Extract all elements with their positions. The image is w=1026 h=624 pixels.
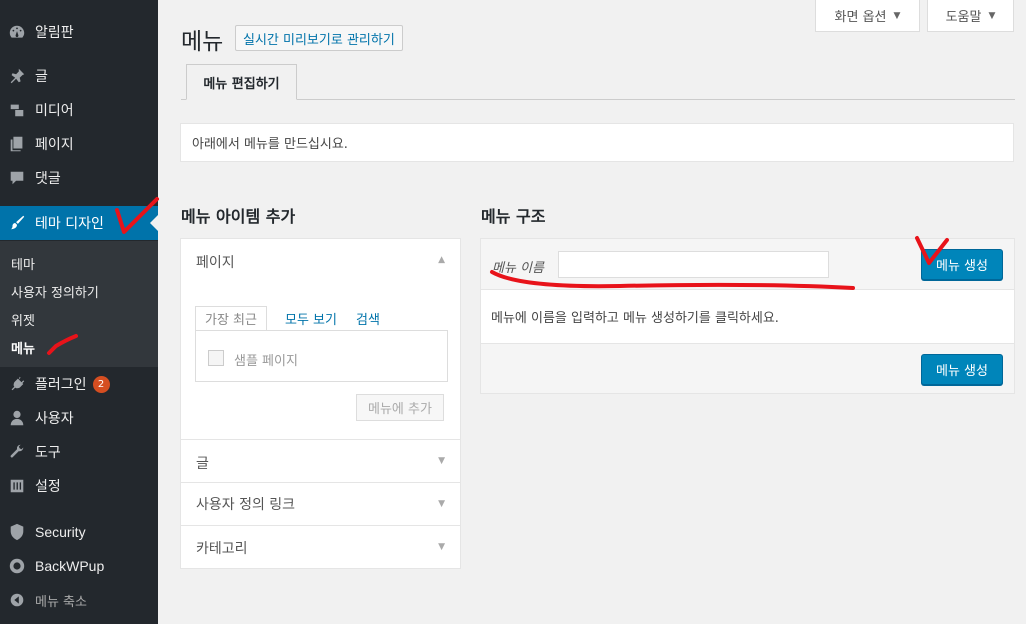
sidebar-item-label: 페이지 xyxy=(35,137,74,153)
sidebar-item-pages[interactable]: 페이지 xyxy=(0,127,158,161)
pages-icon xyxy=(7,134,27,154)
pushpin-icon xyxy=(7,66,27,86)
accordion-title: 카테고리 xyxy=(196,541,248,557)
submenu-item-customize[interactable]: 사용자 정의하기 xyxy=(11,282,99,301)
caret-up-icon: ▲ xyxy=(438,255,445,265)
wrench-icon xyxy=(7,442,27,462)
backwpup-icon xyxy=(7,556,27,576)
menu-name-label: 메뉴 이름 xyxy=(492,261,544,276)
settings-icon xyxy=(7,476,27,496)
accordion-section-pages[interactable]: 페이지 ▲ xyxy=(181,239,460,282)
sidebar-item-backwpup[interactable]: BackWPup xyxy=(0,549,158,583)
accordion-section-posts[interactable]: 글 ▼ xyxy=(181,440,460,483)
sidebar-item-media[interactable]: 미디어 xyxy=(0,93,158,127)
sidebar-item-label: 댓글 xyxy=(35,171,61,187)
caret-down-icon: ▼ xyxy=(438,542,445,552)
page-title: 메뉴 xyxy=(181,29,224,55)
sidebar-item-label: 설정 xyxy=(35,479,61,495)
submenu-item-widgets[interactable]: 위젯 xyxy=(11,310,35,329)
help-button[interactable]: 도움말 ▼ xyxy=(927,0,1014,32)
caret-down-icon: ▼ xyxy=(438,499,445,509)
create-menu-button-top[interactable]: 메뉴 생성 xyxy=(921,249,1003,280)
accordion-section-categories[interactable]: 카테고리 ▼ xyxy=(181,526,460,568)
collapse-menu-button[interactable]: 메뉴 축소 xyxy=(0,583,158,617)
create-menu-button-bottom[interactable]: 메뉴 생성 xyxy=(921,354,1003,385)
dashboard-icon xyxy=(7,22,27,42)
shield-icon xyxy=(7,522,27,542)
menu-structure-panel: 메뉴 이름 메뉴 생성 메뉴에 이름을 입력하고 메뉴 생성하기를 클릭하세요.… xyxy=(480,238,1015,394)
plugin-update-badge: 2 xyxy=(92,375,110,393)
collapse-icon xyxy=(7,590,27,610)
accordion-title: 글 xyxy=(196,456,209,472)
caret-down-icon: ▼ xyxy=(988,10,996,21)
menu-instructions: 메뉴에 이름을 입력하고 메뉴 생성하기를 클릭하세요. xyxy=(481,290,1014,344)
menu-name-row: 메뉴 이름 메뉴 생성 xyxy=(481,239,1014,290)
sidebar-item-label: 미디어 xyxy=(35,103,74,119)
sidebar-item-plugins[interactable]: 플러그인 2 xyxy=(0,367,158,401)
tab-search[interactable]: 검색 xyxy=(347,306,389,330)
current-indicator xyxy=(150,215,158,231)
accordion-section-custom-links[interactable]: 사용자 정의 링크 ▼ xyxy=(181,483,460,526)
admin-sidebar: 알림판 글 미디어 페이지 댓글 테마 디자인 테마 사용자 정의하기 위젯 메… xyxy=(0,0,158,624)
comments-icon xyxy=(7,168,27,188)
menu-name-input[interactable] xyxy=(558,251,829,278)
submenu-item-menus[interactable]: 메뉴 xyxy=(11,338,35,357)
accordion-title: 사용자 정의 링크 xyxy=(196,497,296,513)
sidebar-item-label: 플러그인 xyxy=(35,377,87,393)
sidebar-item-label: 메뉴 축소 xyxy=(35,594,87,610)
sample-page-label: 샘플 페이지 xyxy=(234,354,298,369)
sidebar-item-label: 테마 디자인 xyxy=(35,216,104,232)
tab-edit-menus[interactable]: 메뉴 편집하기 xyxy=(186,64,297,100)
sidebar-item-comments[interactable]: 댓글 xyxy=(0,161,158,195)
media-icon xyxy=(7,100,27,120)
add-menu-items-heading: 메뉴 아이템 추가 xyxy=(181,207,296,226)
sidebar-item-users[interactable]: 사용자 xyxy=(0,401,158,435)
sidebar-item-tools[interactable]: 도구 xyxy=(0,435,158,469)
notice-box: 아래에서 메뉴를 만드십시요. xyxy=(180,123,1014,162)
sidebar-item-label: Security xyxy=(35,524,86,540)
appearance-submenu: 테마 사용자 정의하기 위젯 메뉴 xyxy=(0,241,158,367)
paintbrush-icon xyxy=(7,213,27,233)
nav-tab-border xyxy=(181,99,1015,100)
notice-text: 아래에서 메뉴를 만드십시요. xyxy=(192,137,348,152)
page-list: 샘플 페이지 xyxy=(195,330,448,382)
tab-most-recent[interactable]: 가장 최근 xyxy=(195,306,267,330)
tab-view-all[interactable]: 모두 보기 xyxy=(276,306,346,330)
caret-down-icon: ▼ xyxy=(438,456,445,466)
sidebar-item-security[interactable]: Security xyxy=(0,515,158,549)
sidebar-item-settings[interactable]: 설정 xyxy=(0,469,158,503)
accordion-title: 페이지 xyxy=(196,255,235,271)
sidebar-item-posts[interactable]: 글 xyxy=(0,59,158,93)
help-label: 도움말 xyxy=(945,10,982,25)
add-to-menu-button[interactable]: 메뉴에 추가 xyxy=(356,394,444,421)
caret-down-icon: ▼ xyxy=(893,10,901,21)
screen-options-label: 화면 옵션 xyxy=(834,10,887,25)
submenu-item-themes[interactable]: 테마 xyxy=(11,254,35,273)
sidebar-item-label: 글 xyxy=(35,69,48,85)
live-preview-button[interactable]: 실시간 미리보기로 관리하기 xyxy=(235,25,403,51)
sidebar-item-appearance[interactable]: 테마 디자인 xyxy=(0,206,158,240)
instruction-text: 메뉴에 이름을 입력하고 메뉴 생성하기를 클릭하세요. xyxy=(491,311,779,326)
menu-structure-heading: 메뉴 구조 xyxy=(481,207,546,226)
sidebar-item-label: 사용자 xyxy=(35,411,74,427)
sidebar-item-label: BackWPup xyxy=(35,558,105,574)
add-items-accordion: 페이지 ▲ 가장 최근 모두 보기 검색 샘플 페이지 메뉴에 추가 글 ▼ 사… xyxy=(180,238,461,569)
plugin-icon xyxy=(7,374,27,394)
sidebar-item-dashboard[interactable]: 알림판 xyxy=(0,15,158,49)
sidebar-item-label: 도구 xyxy=(35,445,61,461)
sample-page-checkbox[interactable] xyxy=(208,350,224,366)
screen-options-button[interactable]: 화면 옵션 ▼ xyxy=(815,0,920,32)
sidebar-item-label: 알림판 xyxy=(35,25,74,41)
user-icon xyxy=(7,408,27,428)
